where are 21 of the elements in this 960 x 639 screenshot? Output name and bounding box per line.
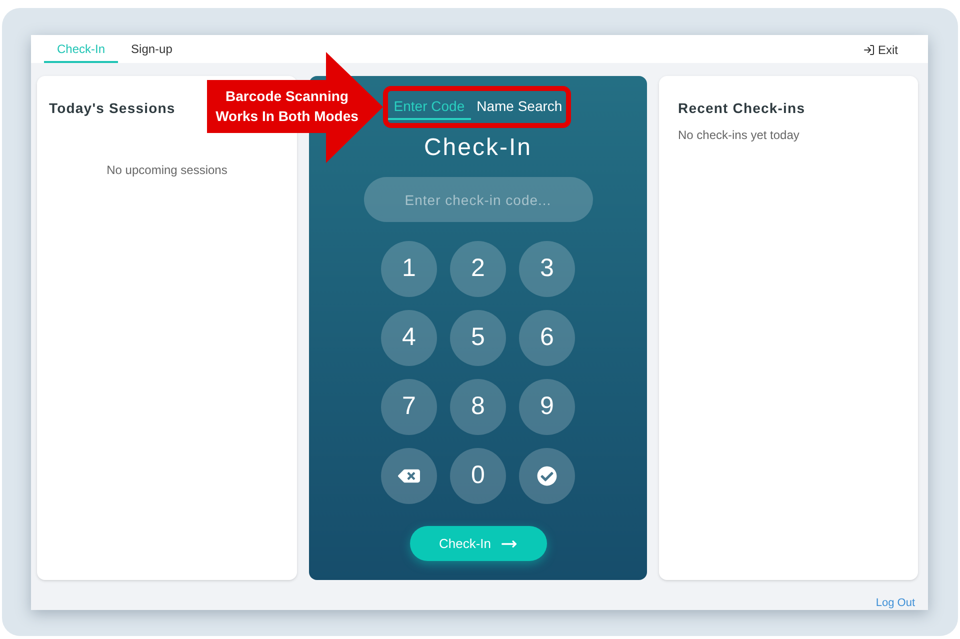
keypad-key[interactable]: 3: [519, 241, 575, 297]
mode-tab[interactable]: Name Search: [470, 97, 568, 120]
checkin-title: Check-In: [424, 133, 532, 163]
empty-message: No check-ins yet today: [678, 127, 800, 144]
keypad-key[interactable]: 2: [450, 241, 506, 297]
empty-message: No upcoming sessions: [106, 162, 228, 179]
callout-text: Barcode Scanning Works In Both Modes: [214, 87, 360, 126]
keypad-key[interactable]: 8: [450, 379, 506, 435]
mode-tab[interactable]: Enter Code: [388, 97, 471, 120]
nav-tab[interactable]: Sign-up: [118, 35, 186, 63]
exit-button[interactable]: Exit: [862, 35, 898, 63]
logout-link[interactable]: Log Out: [876, 596, 915, 610]
exit-icon: [862, 44, 875, 56]
keypad-key[interactable]: 5: [450, 310, 506, 366]
keypad-key[interactable]: 9: [519, 379, 575, 435]
keypad-key[interactable]: 6: [519, 310, 575, 366]
keypad-key[interactable]: 1: [381, 241, 437, 297]
keypad-key[interactable]: 0: [450, 448, 506, 504]
keypad-key[interactable]: 7: [381, 379, 437, 435]
keypad-key[interactable]: 4: [381, 310, 437, 366]
panel-title: Recent Check-ins: [678, 100, 806, 116]
